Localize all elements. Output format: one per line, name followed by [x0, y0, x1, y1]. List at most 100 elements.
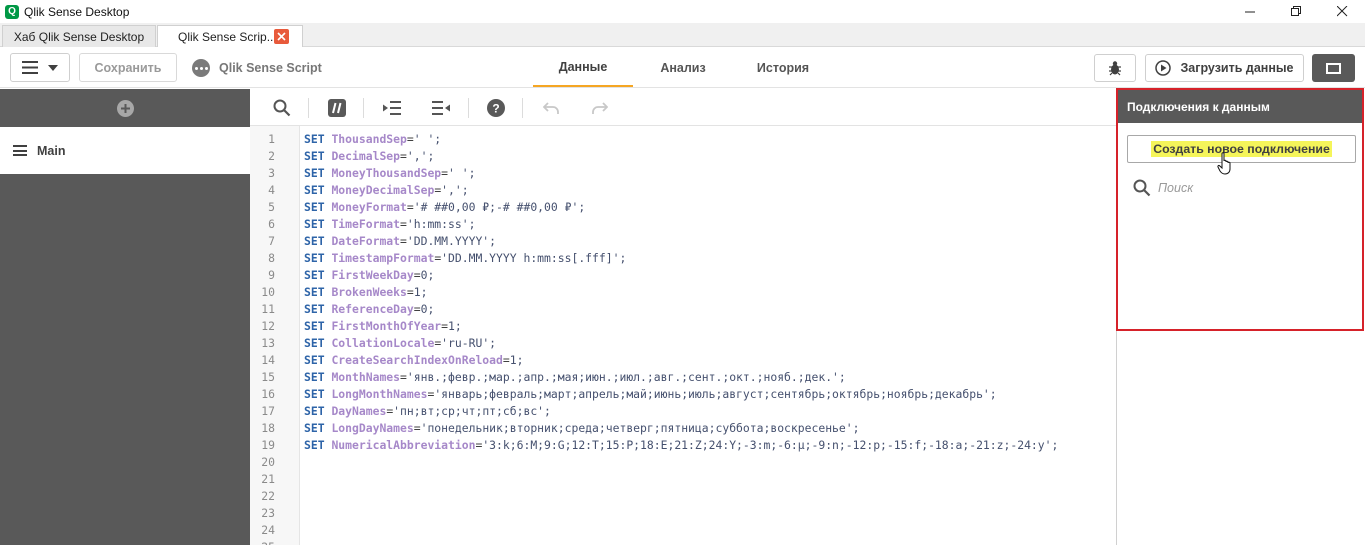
indent-icon[interactable] [381, 97, 403, 119]
search-icon[interactable] [271, 97, 293, 119]
main-toolbar: Сохранить Qlik Sense Script Данные Анали… [0, 48, 1365, 88]
code-value: '3:k;6:M;9:G;12:T;15:P;18:E;21:Z;24:Y;-3… [482, 438, 1059, 452]
line-number: 3 [268, 166, 275, 180]
tab-history[interactable]: История [745, 48, 821, 87]
caret-down-icon [48, 64, 58, 71]
save-button[interactable]: Сохранить [79, 53, 177, 82]
code-variable: TimeFormat [331, 217, 401, 231]
restore-icon[interactable] [1273, 0, 1319, 23]
code-value: '# ##0,00 ₽;-# ##0,00 ₽'; [413, 200, 586, 214]
line-number: 18 [261, 421, 275, 435]
line-number: 5 [268, 200, 275, 214]
line-number: 20 [261, 455, 275, 469]
line-number: 7 [268, 234, 275, 248]
tab-analysis[interactable]: Анализ [645, 48, 721, 87]
code-line: SET DateFormat='DD.MM.YYYY'; [304, 234, 497, 248]
toolbar-divider [363, 98, 364, 118]
code-keyword: SET [304, 438, 325, 452]
code-variable: TimestampFormat [331, 251, 435, 265]
add-section-button[interactable] [0, 89, 250, 127]
load-data-button[interactable]: Загрузить данные [1145, 54, 1304, 82]
code-line: SET DecimalSep=','; [304, 149, 435, 163]
section-main[interactable]: Main [0, 127, 250, 174]
code-keyword: SET [304, 149, 325, 163]
code-keyword: SET [304, 251, 325, 265]
code-variable: FirstMonthOfYear [331, 319, 442, 333]
code-line: SET ThousandSep=' '; [304, 132, 442, 146]
minimize-icon[interactable] [1227, 0, 1273, 23]
line-number: 9 [268, 268, 275, 282]
tab-close-icon[interactable] [274, 29, 289, 44]
code-variable: MoneyThousandSep [331, 166, 442, 180]
debug-button[interactable] [1094, 54, 1136, 82]
code-keyword: SET [304, 200, 325, 214]
tab-data[interactable]: Данные [533, 48, 633, 87]
bug-icon [1109, 61, 1121, 76]
code-keyword: SET [304, 421, 325, 435]
script-editor[interactable]: SET ThousandSep=' '; SET DecimalSep=','; S… [300, 126, 1116, 545]
line-number: 19 [261, 438, 275, 452]
section-menu-icon [13, 145, 27, 156]
line-number: 2 [268, 149, 275, 163]
tab-hub[interactable]: Хаб Qlik Sense Desktop [2, 25, 156, 47]
tab-script-label: Qlik Sense Scrip... [178, 29, 277, 44]
code-value: 'DD.MM.YYYY'; [406, 234, 497, 248]
tab-script-editor[interactable]: Qlik Sense Scrip... [157, 25, 303, 47]
code-variable: MoneyDecimalSep [331, 183, 435, 197]
load-data-label: Загрузить данные [1180, 61, 1294, 75]
comment-icon[interactable] [326, 97, 348, 119]
code-line: SET CreateSearchIndexOnReload=1; [304, 353, 524, 367]
code-line: SET TimestampFormat='DD.MM.YYYY h:mm:ss[… [304, 251, 627, 265]
code-keyword: SET [304, 370, 325, 384]
tab-strip: Хаб Qlik Sense Desktop Qlik Sense Scrip.… [0, 23, 1365, 47]
code-value: 0; [420, 268, 435, 282]
tab-hub-label: Хаб Qlik Sense Desktop [13, 29, 145, 44]
code-line: SET BrokenWeeks=1; [304, 285, 428, 299]
toolbar-divider [522, 98, 523, 118]
line-number: 10 [261, 285, 275, 299]
code-keyword: SET [304, 285, 325, 299]
hamburger-icon [22, 61, 38, 74]
editor-toolbar: ? [250, 89, 1116, 126]
app-menu-icon[interactable] [192, 59, 210, 77]
close-window-icon[interactable] [1319, 0, 1365, 23]
toggle-panel-button[interactable] [1312, 54, 1355, 82]
code-line: SET CollationLocale='ru-RU'; [304, 336, 497, 350]
help-icon[interactable]: ? [485, 97, 507, 119]
code-value: 0; [420, 302, 435, 316]
line-number: 6 [268, 217, 275, 231]
toolbar-divider [308, 98, 309, 118]
outdent-icon[interactable] [430, 97, 452, 119]
code-variable: CollationLocale [331, 336, 435, 350]
code-value: 'пн;вт;ср;чт;пт;сб;вс'; [393, 404, 551, 418]
code-keyword: SET [304, 387, 325, 401]
highlight-frame [1116, 88, 1364, 331]
toolbar-divider [468, 98, 469, 118]
code-line: SET MonthNames='янв.;февр.;мар.;апр.;мая… [304, 370, 846, 384]
code-value: 'понедельник;вторник;среда;четверг;пятни… [420, 421, 860, 435]
code-variable: LongMonthNames [331, 387, 428, 401]
global-menu-button[interactable] [10, 53, 70, 82]
code-line: SET MoneyThousandSep=' '; [304, 166, 476, 180]
code-value: 1; [509, 353, 524, 367]
line-number: 12 [261, 319, 275, 333]
undo-icon[interactable] [540, 97, 562, 119]
code-line: SET LongDayNames='понедельник;вторник;ср… [304, 421, 860, 435]
line-number: 8 [268, 251, 275, 265]
code-variable: DayNames [331, 404, 387, 418]
code-variable: MoneyFormat [331, 200, 407, 214]
code-keyword: SET [304, 183, 325, 197]
code-keyword: SET [304, 166, 325, 180]
code-value: ','; [406, 149, 435, 163]
code-variable: DecimalSep [331, 149, 401, 163]
code-variable: NumericalAbbreviation [331, 438, 476, 452]
code-keyword: SET [304, 234, 325, 248]
code-variable: ReferenceDay [331, 302, 414, 316]
play-icon [1155, 60, 1172, 76]
app-name-label: Qlik Sense Script [219, 61, 322, 75]
redo-icon[interactable] [589, 97, 611, 119]
code-line: SET TimeFormat='h:mm:ss'; [304, 217, 476, 231]
code-value: 'h:mm:ss'; [406, 217, 476, 231]
code-keyword: SET [304, 336, 325, 350]
code-variable: LongDayNames [331, 421, 414, 435]
